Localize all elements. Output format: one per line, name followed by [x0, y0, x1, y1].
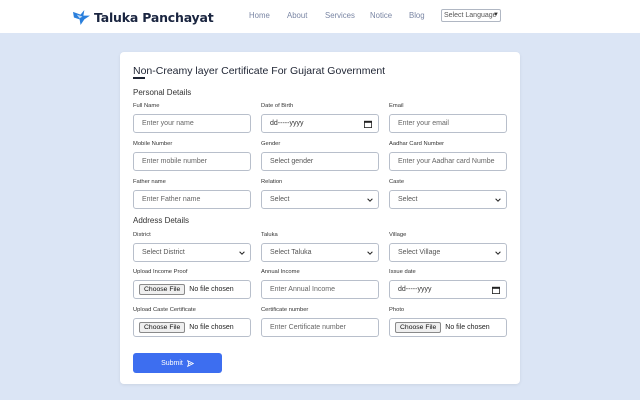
nav-link-services[interactable]: Services [325, 11, 355, 20]
photo-status: No file chosen [445, 324, 490, 331]
personal-details-heading: Personal Details [133, 88, 192, 97]
caste-label: Caste [389, 179, 405, 185]
language-select[interactable]: Select Language ▼ [441, 9, 501, 22]
annual-income-label: Annual Income [261, 269, 300, 275]
mobile-label: Mobile Number [133, 141, 173, 147]
photo-label: Photo [389, 307, 405, 313]
income-proof-label: Upload Income Proof [133, 269, 188, 275]
income-proof-choose-button[interactable]: Choose File [139, 284, 186, 295]
issue-date-placeholder: dd-----yyyy [398, 286, 432, 293]
cert-number-input[interactable]: Enter Certificate number [261, 318, 379, 337]
email-label: Email [389, 103, 404, 109]
father-name-placeholder: Enter Father name [142, 196, 201, 203]
photo-file-input[interactable]: Choose File No file chosen [389, 318, 507, 337]
caste-cert-choose-button[interactable]: Choose File [139, 322, 186, 333]
village-select-value: Select Village [398, 249, 441, 256]
mobile-input[interactable]: Enter mobile number [133, 152, 251, 171]
aadhar-label: Aadhar Card Number [389, 141, 445, 147]
village-select[interactable]: Select Village [389, 243, 507, 262]
aadhar-placeholder: Enter your Aadhar card Numbe [398, 158, 495, 165]
issue-date-input[interactable]: dd-----yyyy [389, 280, 507, 299]
relation-label: Relation [261, 179, 283, 185]
issue-date-label: Issue date [389, 269, 416, 275]
top-navbar: Taluka Panchayat Home About Services Not… [0, 0, 640, 33]
form-title: Non-Creamy layer Certificate For Gujarat… [133, 65, 386, 77]
gender-select-value: Select gender [270, 158, 314, 165]
nav-link-about[interactable]: About [287, 11, 307, 20]
father-name-input[interactable]: Enter Father name [133, 190, 251, 209]
chevron-down-icon [239, 251, 245, 255]
email-placeholder: Enter your email [398, 120, 449, 127]
nav-link-notice[interactable]: Notice [370, 11, 392, 20]
gender-label: Gender [261, 141, 281, 147]
gender-select[interactable]: Select gender [261, 152, 379, 171]
aadhar-input[interactable]: Enter your Aadhar card Numbe [389, 152, 507, 171]
nav-link-home[interactable]: Home [249, 11, 270, 20]
bird-logo-icon [73, 9, 90, 25]
mobile-placeholder: Enter mobile number [142, 158, 207, 165]
photo-choose-button[interactable]: Choose File [395, 322, 442, 333]
full-name-label: Full Name [133, 103, 160, 109]
caste-select[interactable]: Select [389, 190, 507, 209]
taluka-select[interactable]: Select Taluka [261, 243, 379, 262]
language-select-label: Select Language [444, 12, 497, 19]
dob-label: Date of Birth [261, 103, 294, 109]
district-select[interactable]: Select District [133, 243, 251, 262]
certificate-form-card: Non-Creamy layer Certificate For Gujarat… [120, 52, 520, 384]
chevron-down-icon [495, 198, 501, 202]
district-select-value: Select District [142, 249, 185, 256]
email-input[interactable]: Enter your email [389, 114, 507, 133]
nav-link-blog[interactable]: Blog [409, 11, 425, 20]
chevron-down-icon [367, 251, 373, 255]
send-icon [186, 359, 194, 367]
cert-number-placeholder: Enter Certificate number [270, 324, 346, 331]
taluka-select-value: Select Taluka [270, 249, 312, 256]
full-name-placeholder: Enter your name [142, 120, 194, 127]
district-label: District [133, 232, 151, 238]
chevron-down-icon [367, 198, 373, 202]
full-name-input[interactable]: Enter your name [133, 114, 251, 133]
address-details-heading: Address Details [133, 216, 190, 225]
cert-number-label: Certificate number [261, 307, 309, 313]
caret-down-icon: ▼ [493, 12, 499, 18]
caste-select-value: Select [398, 196, 418, 203]
dob-placeholder: dd-----yyyy [270, 120, 304, 127]
income-proof-file-input[interactable]: Choose File No file chosen [133, 280, 251, 299]
calendar-icon[interactable] [364, 120, 372, 128]
taluka-label: Taluka [261, 232, 278, 238]
caste-cert-file-input[interactable]: Choose File No file chosen [133, 318, 251, 337]
relation-select-value: Select [270, 196, 290, 203]
submit-button[interactable]: Submit [133, 353, 222, 373]
submit-label: Submit [161, 359, 183, 367]
brand-name: Taluka Panchayat [94, 9, 214, 25]
caste-cert-label: Upload Caste Certificate [133, 307, 196, 313]
brand-logo[interactable]: Taluka Panchayat [72, 7, 214, 27]
annual-income-placeholder: Enter Annual Income [270, 286, 335, 293]
annual-income-input[interactable]: Enter Annual Income [261, 280, 379, 299]
caste-cert-status: No file chosen [189, 324, 234, 331]
chevron-down-icon [495, 251, 501, 255]
dob-input[interactable]: dd-----yyyy [261, 114, 379, 133]
income-proof-status: No file chosen [189, 286, 234, 293]
village-label: Village [389, 232, 407, 238]
relation-select[interactable]: Select [261, 190, 379, 209]
calendar-icon[interactable] [492, 286, 500, 294]
title-underline [133, 77, 145, 79]
father-name-label: Father name [133, 179, 166, 185]
